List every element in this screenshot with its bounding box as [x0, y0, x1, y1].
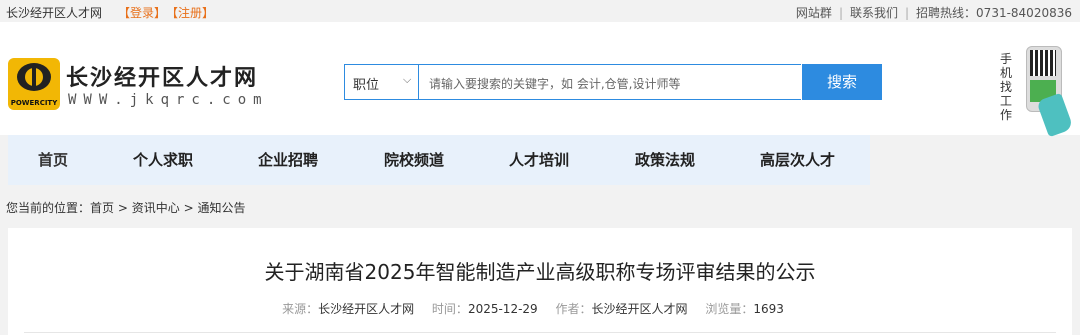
search-category-select[interactable]: 职位 ⌵	[344, 64, 419, 100]
nav-job-seeking[interactable]: 个人求职	[133, 135, 193, 185]
top-bar: 长沙经开区人才网 【登录】 【注册】 网站群 | 联系我们 | 招聘热线：0731-84…	[0, 0, 1080, 22]
mobile-job-label: 手机找工作	[1000, 52, 1013, 122]
author-label: 作者：	[555, 302, 592, 316]
source-label: 来源：	[282, 302, 319, 316]
nav-training[interactable]: 人才培训	[509, 135, 569, 185]
article-title: 关于湖南省2025年智能制造产业高级职称专场评审结果的公示	[264, 260, 816, 284]
source-value: 长沙经开区人才网	[318, 302, 415, 316]
time-label: 时间：	[431, 302, 468, 316]
nav-high-level-talent[interactable]: 高层次人才	[760, 135, 835, 185]
login-link[interactable]: 【登录】	[118, 4, 166, 21]
article-meta: 来源：长沙经开区人才网 时间：2025-12-29 作者：长沙经开区人才网 浏览…	[8, 300, 1072, 317]
breadcrumb-sep: >	[117, 201, 128, 215]
breadcrumb-news[interactable]: 资讯中心	[132, 201, 180, 215]
breadcrumb-prefix: 您当前的位置：	[6, 201, 91, 215]
logo-caption: POWERCITY	[10, 99, 58, 107]
search-input[interactable]: 请输入要搜索的关键字，如 会计,仓管,设计师等	[418, 64, 801, 100]
logo-icon[interactable]: POWERCITY	[8, 58, 60, 110]
author-value: 长沙经开区人才网	[591, 302, 688, 316]
search-category-value: 职位	[353, 78, 380, 93]
top-links: 网站群 | 联系我们 | 招聘热线：0731-84020836	[795, 6, 1072, 20]
time-value: 2025-12-29	[467, 302, 538, 316]
contact-link[interactable]: 联系我们	[850, 6, 898, 20]
breadcrumb: 您当前的位置：首页 > 资讯中心 > 通知公告	[6, 199, 246, 216]
site-title[interactable]: 长沙经开区人才网	[66, 60, 258, 92]
site-url: WWW.jkqrc.com	[68, 92, 269, 108]
breadcrumb-notices[interactable]: 通知公告	[197, 201, 245, 215]
views-label: 浏览量：	[705, 302, 754, 316]
divider	[24, 332, 1056, 333]
views-value: 1693	[753, 302, 784, 316]
nav-home[interactable]: 首页	[38, 135, 68, 185]
breadcrumb-sep: >	[183, 201, 194, 215]
register-link[interactable]: 【注册】	[166, 4, 214, 21]
breadcrumb-home[interactable]: 首页	[90, 201, 114, 215]
article-panel: 关于湖南省2025年智能制造产业高级职称专场评审结果的公示 来源：长沙经开区人才…	[8, 228, 1072, 335]
nav-recruitment[interactable]: 企业招聘	[258, 135, 318, 185]
nav-policy[interactable]: 政策法规	[635, 135, 695, 185]
mobile-qr-icon[interactable]	[1024, 46, 1074, 138]
main-nav: 首页 个人求职 企业招聘 院校频道 人才培训 政策法规 高层次人才	[8, 135, 870, 185]
search-button[interactable]: 搜索	[802, 64, 882, 100]
search-placeholder: 请输入要搜索的关键字，如 会计,仓管,设计师等	[429, 77, 681, 91]
chevron-down-icon: ⌵	[403, 73, 412, 86]
site-group-link[interactable]: 网站群	[796, 6, 832, 20]
hotline: 招聘热线：0731-84020836	[916, 6, 1072, 20]
search-bar: 职位 ⌵ 请输入要搜索的关键字，如 会计,仓管,设计师等 搜索	[344, 64, 882, 100]
nav-colleges[interactable]: 院校频道	[384, 135, 444, 185]
site-name[interactable]: 长沙经开区人才网	[6, 4, 102, 21]
header: POWERCITY 长沙经开区人才网 WWW.jkqrc.com 职位 ⌵ 请输…	[0, 22, 1080, 138]
